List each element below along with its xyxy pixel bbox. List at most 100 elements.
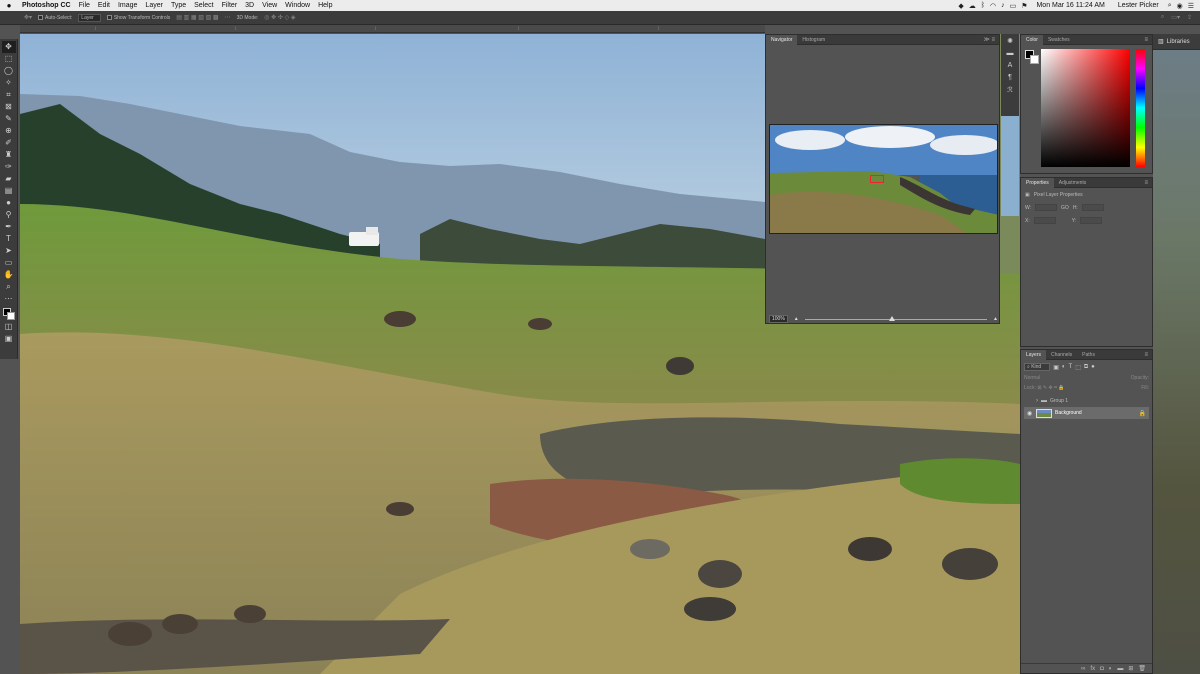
glyphs-icon[interactable]: ℛ: [1007, 86, 1013, 94]
crop-tool-icon[interactable]: ⌗: [2, 89, 16, 101]
tab-color[interactable]: Color: [1021, 34, 1043, 45]
link-layers-icon[interactable]: ∞: [1081, 666, 1085, 672]
new-group-icon[interactable]: ▬: [1117, 666, 1123, 672]
search-icon[interactable]: ⌕: [1161, 14, 1164, 21]
color-panel-background[interactable]: [1030, 55, 1039, 64]
menubar-datetime[interactable]: Mon Mar 16 11:24 AM: [1032, 2, 1108, 9]
zoom-slider[interactable]: [804, 315, 988, 321]
workspace-icon[interactable]: ▭▾: [1171, 14, 1180, 21]
filter-toggle-icon[interactable]: ●: [1091, 364, 1095, 370]
flag-icon[interactable]: ⚑: [1021, 2, 1027, 10]
paragraph-icon[interactable]: ¶: [1008, 74, 1012, 81]
transform-controls-checkbox[interactable]: [106, 15, 112, 20]
link-dimensions-button[interactable]: GO: [1061, 205, 1069, 211]
layer-style-icon[interactable]: fx: [1090, 666, 1095, 672]
screen-mode-icon[interactable]: ▣: [2, 333, 16, 345]
filter-type-icon[interactable]: T: [1069, 364, 1073, 370]
height-field[interactable]: [1081, 204, 1104, 211]
menu-select[interactable]: Select: [190, 2, 217, 9]
move-tool-preset-icon[interactable]: ✥▾: [24, 14, 32, 21]
gradient-tool-icon[interactable]: ▤: [2, 185, 16, 197]
dodge-tool-icon[interactable]: ⚲: [2, 209, 16, 221]
color-swatches[interactable]: [2, 307, 16, 321]
lasso-tool-icon[interactable]: ◯: [2, 65, 16, 77]
color-panel-swatches[interactable]: [1025, 50, 1039, 64]
brush-tool-icon[interactable]: ✐: [2, 137, 16, 149]
distribute-buttons-icon[interactable]: ⋯: [225, 14, 231, 21]
menu-3d[interactable]: 3D: [241, 2, 258, 9]
auto-select-target-dropdown[interactable]: Layer: [78, 13, 101, 22]
pen-tool-icon[interactable]: ✒: [2, 221, 16, 233]
zoom-tool-icon[interactable]: ⌕: [2, 281, 16, 293]
add-mask-icon[interactable]: ◘: [1100, 666, 1104, 672]
layer-group-1[interactable]: › ▬ Group 1: [1024, 395, 1149, 407]
path-selection-tool-icon[interactable]: ➤: [2, 245, 16, 257]
blur-tool-icon[interactable]: ●: [2, 197, 16, 209]
group-expand-icon[interactable]: ›: [1036, 398, 1038, 404]
brushes-icon[interactable]: ▬: [1007, 50, 1014, 57]
width-field[interactable]: [1035, 204, 1058, 211]
move-tool-icon[interactable]: ✥: [1, 41, 16, 53]
auto-select-option[interactable]: Auto-Select:: [38, 15, 72, 21]
creative-cloud-icon[interactable]: ☁: [969, 2, 976, 10]
wifi-icon[interactable]: ◠: [990, 2, 996, 10]
healing-brush-tool-icon[interactable]: ⊕: [2, 125, 16, 137]
share-icon[interactable]: ⇪: [1187, 14, 1192, 21]
y-field[interactable]: [1080, 217, 1103, 224]
panel-menu-icon[interactable]: ≫ ≡: [984, 36, 999, 43]
panel-menu-icon[interactable]: ≡: [1144, 180, 1152, 186]
tab-navigator[interactable]: Navigator: [766, 34, 798, 45]
tab-layers[interactable]: Layers: [1021, 349, 1047, 360]
hue-slider[interactable]: [1136, 49, 1145, 167]
layer-filter-kind-dropdown[interactable]: ⌕ Kind: [1024, 363, 1051, 371]
zoom-out-icon[interactable]: ▲: [794, 316, 799, 322]
transform-controls-option[interactable]: Show Transform Controls: [106, 15, 170, 21]
siri-icon[interactable]: ◉: [1177, 2, 1183, 10]
menu-view[interactable]: View: [258, 2, 281, 9]
hand-tool-icon[interactable]: ✋: [2, 269, 16, 281]
panel-menu-icon[interactable]: ≡: [1144, 37, 1152, 43]
filter-shape-icon[interactable]: ⬚: [1075, 364, 1081, 371]
tab-swatches[interactable]: Swatches: [1043, 35, 1075, 45]
navigator-thumbnail[interactable]: [769, 124, 998, 234]
menu-edit[interactable]: Edit: [94, 2, 114, 9]
menu-help[interactable]: Help: [314, 2, 336, 9]
color-saturation-field[interactable]: [1041, 49, 1130, 167]
zoom-in-icon[interactable]: ▲: [993, 316, 998, 322]
more-tools-icon[interactable]: ⋯: [2, 293, 16, 305]
menu-image[interactable]: Image: [114, 2, 141, 9]
menu-type[interactable]: Type: [167, 2, 190, 9]
3d-mode-buttons-icon[interactable]: ◎ ✥ ✣ ◇ ◈: [264, 14, 295, 21]
auto-select-checkbox[interactable]: [38, 15, 44, 20]
layer-background[interactable]: ◉ Background 🔒: [1024, 407, 1149, 419]
x-field[interactable]: [1033, 217, 1056, 224]
panel-menu-icon[interactable]: ≡: [1144, 352, 1152, 358]
filter-adjustment-icon[interactable]: ◐: [1062, 364, 1066, 370]
menu-window[interactable]: Window: [281, 2, 314, 9]
background-color-swatch[interactable]: [6, 312, 15, 320]
new-layer-icon[interactable]: ⊞: [1128, 665, 1133, 672]
delete-layer-icon[interactable]: 🗑: [1138, 665, 1146, 672]
brush-settings-icon[interactable]: ✺: [1007, 37, 1013, 45]
notification-center-icon[interactable]: ☰: [1188, 2, 1194, 10]
tab-channels[interactable]: Channels: [1046, 350, 1077, 360]
character-icon[interactable]: A: [1008, 62, 1013, 69]
battery-icon[interactable]: ▭: [1010, 2, 1017, 10]
marquee-tool-icon[interactable]: ⬚: [2, 53, 16, 65]
tab-paths[interactable]: Paths: [1077, 350, 1100, 360]
filter-pixel-icon[interactable]: ▣: [1053, 364, 1059, 371]
spotlight-search-icon[interactable]: ⌕: [1168, 2, 1172, 10]
navigator-view-box[interactable]: [870, 175, 884, 183]
menu-filter[interactable]: Filter: [218, 2, 242, 9]
tab-adjustments[interactable]: Adjustments: [1054, 178, 1092, 188]
filter-smart-object-icon[interactable]: ⧉: [1084, 364, 1088, 371]
bluetooth-icon[interactable]: ᛒ: [981, 2, 985, 9]
blend-mode-dropdown[interactable]: Normal: [1024, 375, 1040, 381]
dropbox-icon[interactable]: ◆: [958, 2, 963, 10]
zoom-slider-knob[interactable]: [888, 315, 895, 321]
navigator-zoom-field[interactable]: 100%: [769, 315, 788, 323]
volume-icon[interactable]: ♪: [1001, 2, 1005, 9]
apple-menu-icon[interactable]: ●: [0, 1, 18, 10]
menu-layer[interactable]: Layer: [141, 2, 167, 9]
frame-tool-icon[interactable]: ⊠: [2, 101, 16, 113]
